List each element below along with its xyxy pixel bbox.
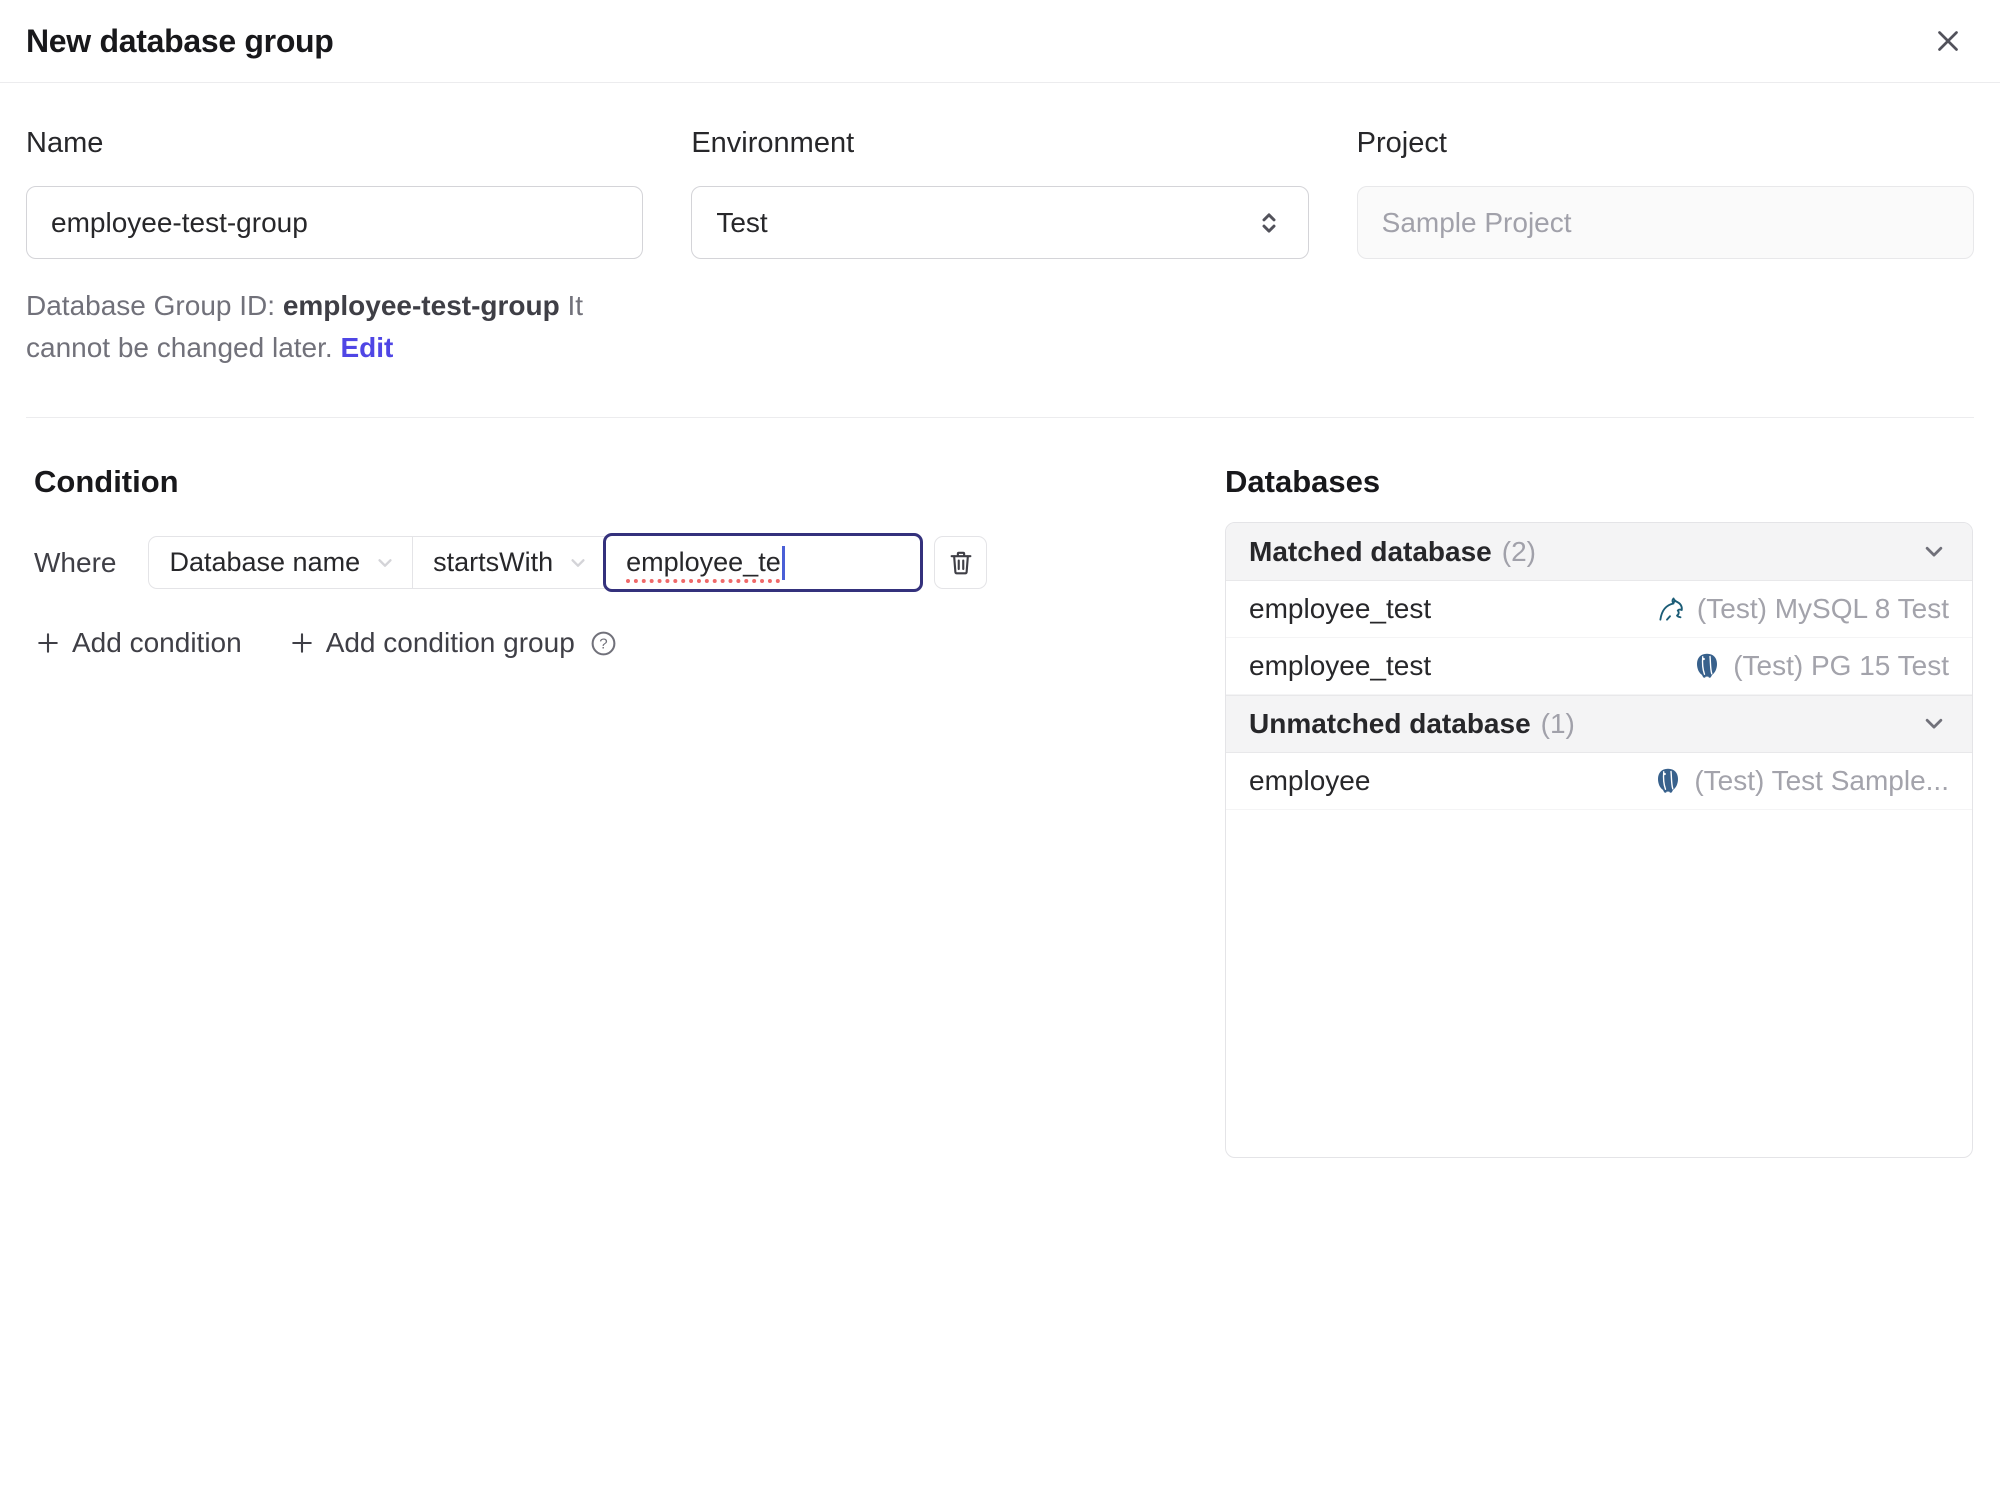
condition-operator-value: startsWith [433, 547, 554, 577]
edit-id-link[interactable]: Edit [340, 332, 393, 363]
id-help-prefix: Database Group ID: [26, 290, 283, 321]
chevron-down-icon [571, 558, 585, 567]
plus-icon [291, 633, 312, 653]
databases-panel: Matched database (2) employee_test (Test… [1225, 522, 1973, 1158]
instance-label: (Test) PG 15 Test [1733, 650, 1949, 681]
project-label: Project [1356, 127, 1447, 159]
condition-field-dropdown[interactable]: Database name [149, 537, 414, 588]
matched-database-title: Matched database [1249, 535, 1492, 567]
plus-icon [38, 633, 58, 653]
name-field-block: Name [26, 127, 644, 259]
condition-section: Condition Where Database name startsWith [26, 464, 1225, 659]
dialog-header: New database group [0, 0, 2000, 83]
postgresql-icon [1692, 651, 1722, 681]
project-input [1356, 186, 1974, 259]
condition-row: Where Database name startsWith employee_… [34, 533, 1225, 592]
add-condition-group-label: Add condition group [325, 627, 575, 658]
database-name: employee_test [1249, 650, 1432, 681]
chevron-down-icon [1925, 718, 1943, 729]
group-form: Name Environment Test Project [0, 83, 2000, 259]
text-cursor [781, 545, 785, 580]
page-title: New database group [26, 22, 334, 59]
database-group-id-help: Database Group ID: employee-test-group I… [26, 285, 674, 369]
table-row: employee_test (Test) MySQL 8 Test [1226, 581, 1972, 638]
condition-heading: Condition [34, 464, 179, 499]
add-condition-group-button[interactable]: Add condition group [288, 627, 575, 659]
condition-operator-dropdown[interactable]: startsWith [413, 537, 605, 588]
name-input[interactable] [26, 186, 644, 259]
unmatched-database-count: (1) [1540, 708, 1575, 739]
close-icon [1938, 31, 1958, 51]
table-row: employee_test (Test) PG 15 Test [1226, 638, 1972, 695]
table-row: employee (Test) Test Sample... [1226, 753, 1972, 810]
environment-label: Environment [691, 127, 855, 159]
database-instance: (Test) Test Sample... [1653, 765, 1949, 797]
instance-label: (Test) Test Sample... [1694, 765, 1949, 796]
delete-condition-button[interactable] [934, 536, 988, 589]
trash-icon [950, 551, 972, 574]
environment-select[interactable]: Test [691, 186, 1309, 259]
databases-heading: Databases [1225, 464, 1381, 499]
mysql-icon [1656, 594, 1686, 624]
help-icon[interactable]: ? [589, 629, 618, 658]
database-name: employee_test [1249, 593, 1432, 624]
where-label: Where [34, 546, 117, 578]
condition-value-input[interactable]: employee_te [603, 533, 924, 592]
environment-selected-value: Test [716, 206, 768, 238]
databases-section: Databases Matched database (2) employee_… [1225, 464, 1973, 1158]
database-instance: (Test) PG 15 Test [1692, 650, 1949, 682]
condition-expression-group: Database name startsWith employee_te [148, 533, 924, 592]
condition-field-value: Database name [169, 547, 361, 577]
matched-database-count: (2) [1501, 535, 1536, 567]
unmatched-database-header[interactable]: Unmatched database (1) [1226, 695, 1972, 753]
project-field-block: Project [1356, 127, 1974, 259]
database-name: employee [1249, 765, 1371, 796]
unmatched-database-title: Unmatched database [1249, 708, 1531, 739]
condition-actions: Add condition Add condition group ? [34, 627, 1225, 659]
database-instance: (Test) MySQL 8 Test [1656, 593, 1949, 625]
chevron-down-icon [1925, 546, 1943, 556]
close-button[interactable] [1926, 19, 1970, 63]
instance-label: (Test) MySQL 8 Test [1696, 593, 1949, 624]
add-condition-label: Add condition [72, 627, 242, 658]
database-group-id-value: employee-test-group [282, 290, 560, 321]
main-area: Condition Where Database name startsWith [0, 418, 2000, 1158]
chevron-down-icon [378, 558, 392, 567]
condition-value-text: employee_te [626, 547, 781, 577]
environment-field-block: Environment Test [691, 127, 1309, 259]
matched-database-header[interactable]: Matched database (2) [1226, 523, 1972, 581]
postgresql-icon [1653, 766, 1683, 796]
select-updown-icon [1262, 212, 1276, 233]
add-condition-button[interactable]: Add condition [34, 627, 242, 659]
svg-text:?: ? [599, 635, 607, 652]
name-label: Name [26, 127, 104, 159]
